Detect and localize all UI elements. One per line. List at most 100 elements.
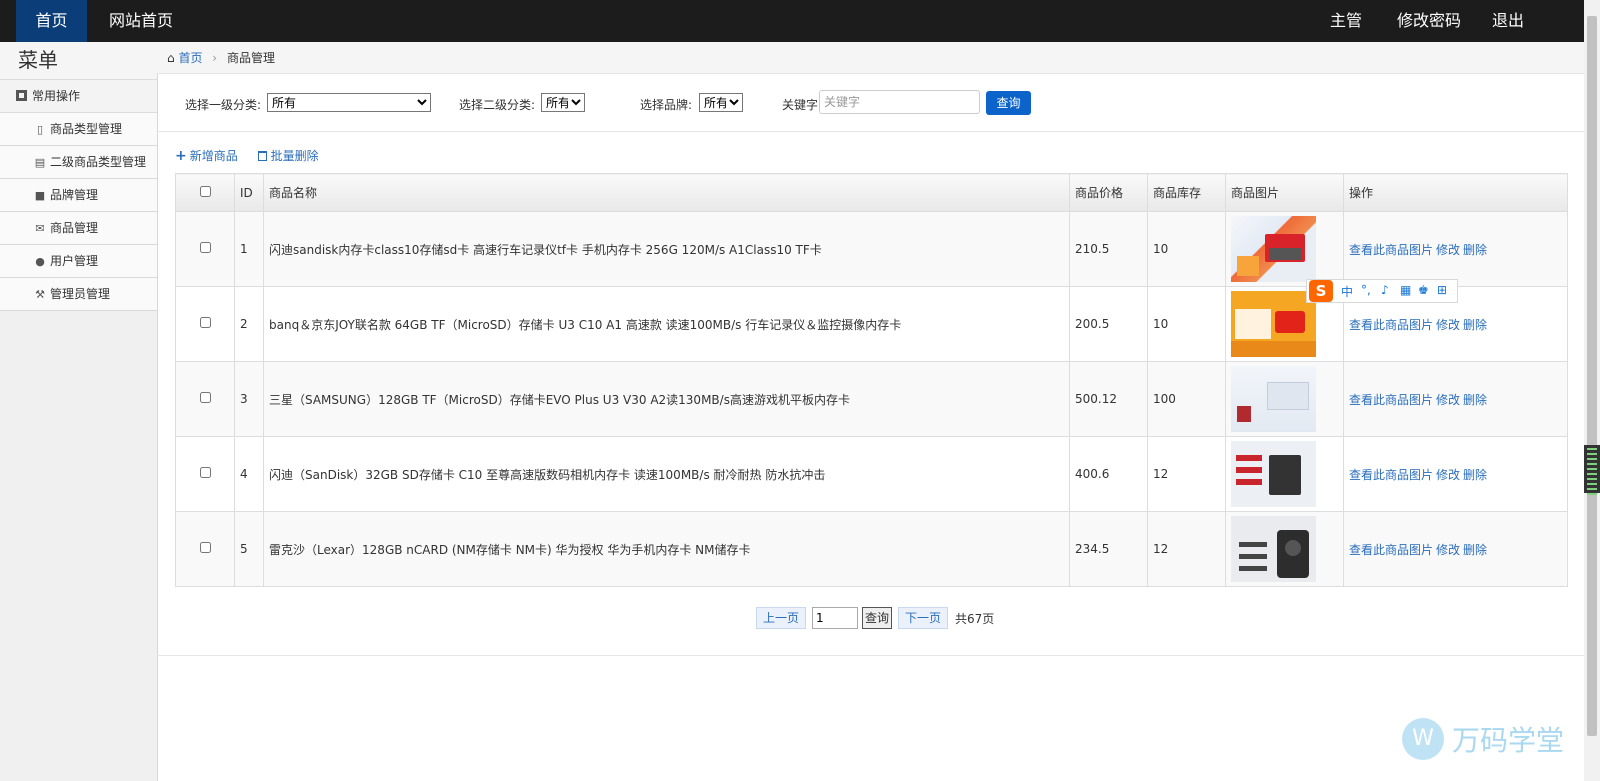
- sidebar-item-goods[interactable]: ✉ 商品管理: [0, 212, 157, 245]
- header-name: 商品名称: [263, 173, 1070, 212]
- table-actions: + 新增商品 批量删除: [175, 147, 335, 164]
- keyword-input[interactable]: [819, 90, 980, 114]
- cell-id: 2: [234, 286, 264, 362]
- category2-select[interactable]: 所有: [541, 93, 585, 112]
- select-all-checkbox[interactable]: [199, 185, 211, 197]
- row-select-cell: [175, 436, 235, 512]
- delete-link[interactable]: 删除: [1463, 318, 1487, 332]
- add-goods-label: 新增商品: [189, 149, 238, 163]
- sidebar-item-users[interactable]: ● 用户管理: [0, 245, 157, 278]
- cell-image: [1225, 361, 1344, 437]
- folder-icon: [16, 90, 27, 101]
- sidebar-item-admins[interactable]: ⚒ 管理员管理: [0, 278, 157, 311]
- delete-link[interactable]: 删除: [1463, 468, 1487, 482]
- nav-site-home[interactable]: 网站首页: [96, 0, 186, 42]
- breadcrumb-home[interactable]: 首页: [178, 51, 202, 65]
- file-icon: ▯: [36, 123, 44, 136]
- ime-lang-toggle[interactable]: 中: [1341, 283, 1353, 300]
- nav-user[interactable]: 主管: [1330, 0, 1362, 42]
- cell-name: 闪迪sandisk内存卡class10存储sd卡 高速行车记录仪tf卡 手机内存…: [263, 211, 1070, 287]
- nav-logout[interactable]: 退出: [1492, 0, 1524, 42]
- sidebar-item-brand[interactable]: ■ 品牌管理: [0, 179, 157, 212]
- page-number-input[interactable]: [812, 607, 858, 629]
- row-select-cell: [175, 361, 235, 437]
- table-row: 4 闪迪（SanDisk）32GB SD存储卡 C10 至尊高速版数码相机内存卡…: [175, 436, 1568, 512]
- row-checkbox[interactable]: [199, 467, 211, 478]
- category1-label: 选择一级分类:: [185, 98, 262, 112]
- watermark: W 万码学堂: [1402, 718, 1564, 760]
- sidebar-group-label: 常用操作: [32, 89, 81, 103]
- cell-name: 闪迪（SanDisk）32GB SD存储卡 C10 至尊高速版数码相机内存卡 读…: [263, 436, 1070, 512]
- pagination: 上一页 查询 下一页 共67页: [0, 607, 1600, 629]
- breadcrumb-current: 商品管理: [226, 51, 275, 65]
- cell-name: 三星（SAMSUNG）128GB TF（MicroSD）存储卡EVO Plus …: [263, 361, 1070, 437]
- row-checkbox[interactable]: [199, 242, 211, 253]
- prev-page-button[interactable]: 上一页: [756, 607, 807, 629]
- next-page-button[interactable]: 下一页: [898, 607, 949, 629]
- edit-link[interactable]: 修改: [1436, 468, 1460, 482]
- nav-change-password[interactable]: 修改密码: [1397, 0, 1461, 42]
- edit-link[interactable]: 修改: [1436, 393, 1460, 407]
- edit-link[interactable]: 修改: [1436, 318, 1460, 332]
- batch-delete-button[interactable]: 批量删除: [257, 149, 319, 163]
- top-navbar: 首页 网站首页 主管 修改密码 退出: [0, 0, 1584, 42]
- cell-id: 4: [234, 436, 264, 512]
- table-row: 3 三星（SAMSUNG）128GB TF（MicroSD）存储卡EVO Plu…: [175, 361, 1568, 437]
- sidebar-item-label: 品牌管理: [50, 188, 99, 202]
- microphone-icon[interactable]: ♪: [1381, 283, 1389, 297]
- comment-icon: ●: [35, 255, 45, 268]
- view-image-link[interactable]: 查看此商品图片: [1349, 243, 1433, 257]
- view-image-link[interactable]: 查看此商品图片: [1349, 393, 1433, 407]
- sidebar-item-category[interactable]: ▯ 商品类型管理: [0, 113, 157, 146]
- edit-link[interactable]: 修改: [1436, 243, 1460, 257]
- cell-price: 200.5: [1069, 286, 1148, 362]
- sidebar-item-subcategory[interactable]: ▤ 二级商品类型管理: [0, 146, 157, 179]
- home-icon: ⌂: [167, 51, 175, 65]
- cell-image: [1225, 211, 1344, 287]
- cell-ops: 查看此商品图片 修改 删除: [1343, 211, 1568, 287]
- punctuation-icon[interactable]: °,: [1361, 283, 1371, 297]
- add-goods-button[interactable]: + 新增商品: [175, 148, 238, 164]
- delete-link[interactable]: 删除: [1463, 393, 1487, 407]
- category1-select[interactable]: 所有: [267, 93, 431, 112]
- sidebar-item-label: 商品类型管理: [50, 122, 123, 136]
- total-pages: 共67页: [955, 612, 995, 626]
- skin-icon[interactable]: ♚: [1418, 283, 1429, 297]
- cell-ops: 查看此商品图片 修改 删除: [1343, 361, 1568, 437]
- envelope-icon: ✉: [35, 222, 45, 235]
- row-checkbox[interactable]: [199, 317, 211, 328]
- watermark-logo-icon: W: [1402, 718, 1444, 760]
- product-thumbnail: [1231, 216, 1316, 282]
- vertical-scrollbar[interactable]: [1584, 0, 1600, 781]
- view-image-link[interactable]: 查看此商品图片: [1349, 468, 1433, 482]
- brand-select[interactable]: 所有: [699, 93, 743, 112]
- nav-home[interactable]: 首页: [16, 0, 87, 42]
- delete-link[interactable]: 删除: [1463, 543, 1487, 557]
- sidebar-item-label: 二级商品类型管理: [50, 155, 147, 169]
- filter-bar: 选择一级分类: 所有 选择二级分类: 所有 选择品牌: 所有 关键字: 查询: [157, 76, 1584, 132]
- brand-label: 选择品牌:: [640, 98, 693, 112]
- cell-id: 5: [234, 511, 264, 587]
- toolbox-icon[interactable]: ⊞: [1437, 283, 1447, 297]
- ime-toolbar[interactable]: S 中 °, ♪ ▦ ♚ ⊞: [1306, 279, 1458, 303]
- table-row: 5 雷克沙（Lexar）128GB nCARD (NM存储卡 NM卡) 华为授权…: [175, 511, 1568, 587]
- edit-link[interactable]: 修改: [1436, 543, 1460, 557]
- row-checkbox[interactable]: [199, 542, 211, 553]
- page-go-button[interactable]: 查询: [862, 607, 893, 629]
- view-image-link[interactable]: 查看此商品图片: [1349, 543, 1433, 557]
- truck-icon: ■: [34, 189, 46, 202]
- keyboard-icon[interactable]: ▦: [1400, 283, 1411, 297]
- cell-price: 400.6: [1069, 436, 1148, 512]
- view-image-link[interactable]: 查看此商品图片: [1349, 318, 1433, 332]
- watermark-text: 万码学堂: [1452, 724, 1565, 757]
- delete-link[interactable]: 删除: [1463, 243, 1487, 257]
- cell-name: banq＆京东JOY联名款 64GB TF（MicroSD）存储卡 U3 C10…: [263, 286, 1070, 362]
- query-button[interactable]: 查询: [986, 91, 1031, 115]
- content-divider: [157, 655, 1584, 656]
- sogou-logo-icon[interactable]: S: [1309, 280, 1333, 302]
- product-thumbnail: [1231, 516, 1316, 582]
- row-checkbox[interactable]: [199, 392, 211, 403]
- sidebar-group-common[interactable]: 常用操作: [0, 80, 157, 113]
- cell-image: [1225, 436, 1344, 512]
- side-grip-widget[interactable]: [1584, 445, 1600, 495]
